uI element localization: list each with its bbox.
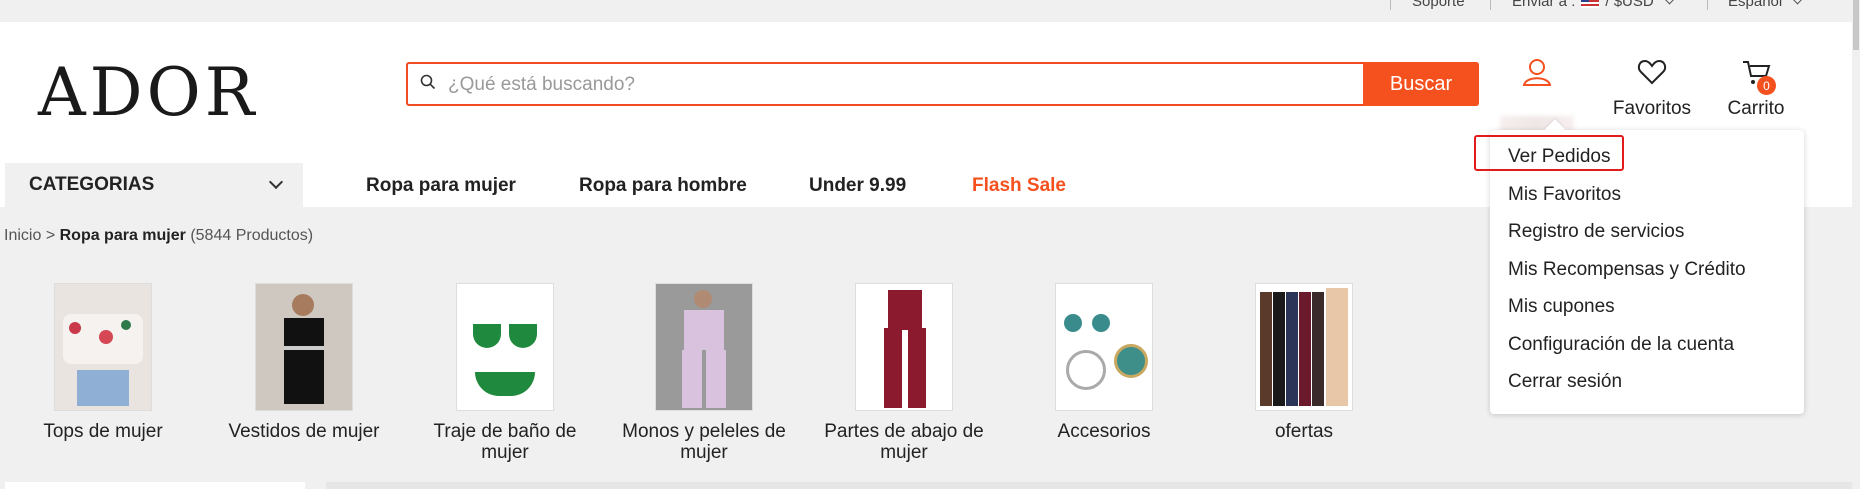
nav-link-ropa-hombre[interactable]: Ropa para hombre xyxy=(579,175,747,197)
green-bikini-image xyxy=(456,283,554,411)
ship-to-selector[interactable]: Enviar a : / $USD xyxy=(1512,0,1675,10)
chevron-down-icon xyxy=(1664,0,1675,5)
menu-item-recompensas[interactable]: Mis Recompensas y Crédito xyxy=(1508,259,1746,281)
top-utility-bar: Soporte Enviar a : / $USD Español xyxy=(0,0,1860,22)
black-dress-image xyxy=(255,283,353,411)
us-flag-icon xyxy=(1581,0,1600,8)
search-bar: Buscar xyxy=(406,62,1479,106)
chevron-down-icon xyxy=(268,174,284,190)
category-name: Traje de baño de mujer xyxy=(433,421,577,463)
category-tile[interactable]: Monos y peleles de mujer xyxy=(614,283,794,463)
divider xyxy=(1707,0,1708,10)
account-dropdown-menu: Ver Pedidos Mis Favoritos Registro de se… xyxy=(1474,130,1804,414)
cart-count-badge: 0 xyxy=(1757,76,1776,95)
user-icon xyxy=(1522,59,1552,86)
category-tile[interactable]: Accesorios xyxy=(1014,283,1194,442)
nav-link-ropa-mujer[interactable]: Ropa para mujer xyxy=(366,175,516,197)
divider xyxy=(1490,0,1491,10)
category-name: Monos y peleles de mujer xyxy=(622,421,786,463)
site-logo[interactable]: ADOR xyxy=(38,54,258,131)
scrollbar-thumb[interactable] xyxy=(1853,0,1859,50)
content-start-strip xyxy=(0,482,1860,489)
category-tile[interactable]: ofertas xyxy=(1214,283,1394,442)
language-selector[interactable]: Español xyxy=(1728,0,1803,10)
floral-top-image xyxy=(54,283,152,411)
favorites-button[interactable]: Favoritos xyxy=(1606,58,1698,120)
category-tile[interactable]: Vestidos de mujer xyxy=(214,283,394,442)
category-tile[interactable]: Traje de baño de mujer xyxy=(415,283,595,463)
divider xyxy=(1390,0,1391,10)
favorites-label: Favoritos xyxy=(1612,98,1692,119)
sidebar-panel-top xyxy=(5,482,305,489)
pink-jumpsuit-image xyxy=(655,283,753,411)
search-button[interactable]: Buscar xyxy=(1363,62,1479,106)
menu-item-cupones[interactable]: Mis cupones xyxy=(1508,296,1615,318)
search-input[interactable] xyxy=(446,71,1350,99)
product-count: (5844 Productos) xyxy=(190,227,314,244)
page-scrollbar[interactable] xyxy=(1852,0,1860,489)
support-link[interactable]: Soporte xyxy=(1412,0,1465,10)
cart-button[interactable]: Carrito xyxy=(1716,58,1796,120)
category-name: Partes de abajo de mujer xyxy=(824,421,984,463)
categories-label: CATEGORIAS xyxy=(29,174,155,195)
menu-item-ver-pedidos[interactable]: Ver Pedidos xyxy=(1508,146,1610,168)
language-label: Español xyxy=(1728,0,1783,10)
chevron-down-icon xyxy=(1792,0,1803,5)
currency-label: / $USD xyxy=(1605,0,1654,10)
menu-item-cerrar-sesion[interactable]: Cerrar sesión xyxy=(1508,371,1622,393)
category-name: ofertas xyxy=(1274,421,1334,442)
jewelry-set-image xyxy=(1055,283,1153,411)
categories-dropdown[interactable]: CATEGORIAS xyxy=(5,163,303,207)
ship-to-label: Enviar a : xyxy=(1512,0,1576,10)
breadcrumb-home[interactable]: Inicio xyxy=(4,227,41,244)
category-name: Accesorios xyxy=(1057,421,1151,442)
heart-icon xyxy=(1637,59,1667,85)
breadcrumb: Inicio > Ropa para mujer (5844 Productos… xyxy=(4,227,313,245)
menu-item-registro-servicios[interactable]: Registro de servicios xyxy=(1508,221,1684,243)
menu-item-configuracion[interactable]: Configuración de la cuenta xyxy=(1508,334,1734,356)
nav-link-under-999[interactable]: Under 9.99 xyxy=(809,175,906,197)
search-icon xyxy=(420,74,436,90)
support-label: Soporte xyxy=(1412,0,1465,10)
red-pants-image xyxy=(855,283,953,411)
category-name: Tops de mujer xyxy=(43,421,163,442)
breadcrumb-separator: > xyxy=(45,227,56,244)
category-tile[interactable]: Tops de mujer xyxy=(13,283,193,442)
menu-item-mis-favoritos[interactable]: Mis Favoritos xyxy=(1508,184,1621,206)
leggings-image xyxy=(1255,283,1353,411)
account-button[interactable] xyxy=(1500,58,1574,92)
cart-label: Carrito xyxy=(1727,98,1785,119)
main-panel-top xyxy=(326,482,1860,489)
category-tile[interactable]: Partes de abajo de mujer xyxy=(814,283,994,463)
nav-link-flash-sale[interactable]: Flash Sale xyxy=(972,175,1066,197)
category-name: Vestidos de mujer xyxy=(228,421,380,442)
breadcrumb-current: Ropa para mujer xyxy=(59,227,186,244)
